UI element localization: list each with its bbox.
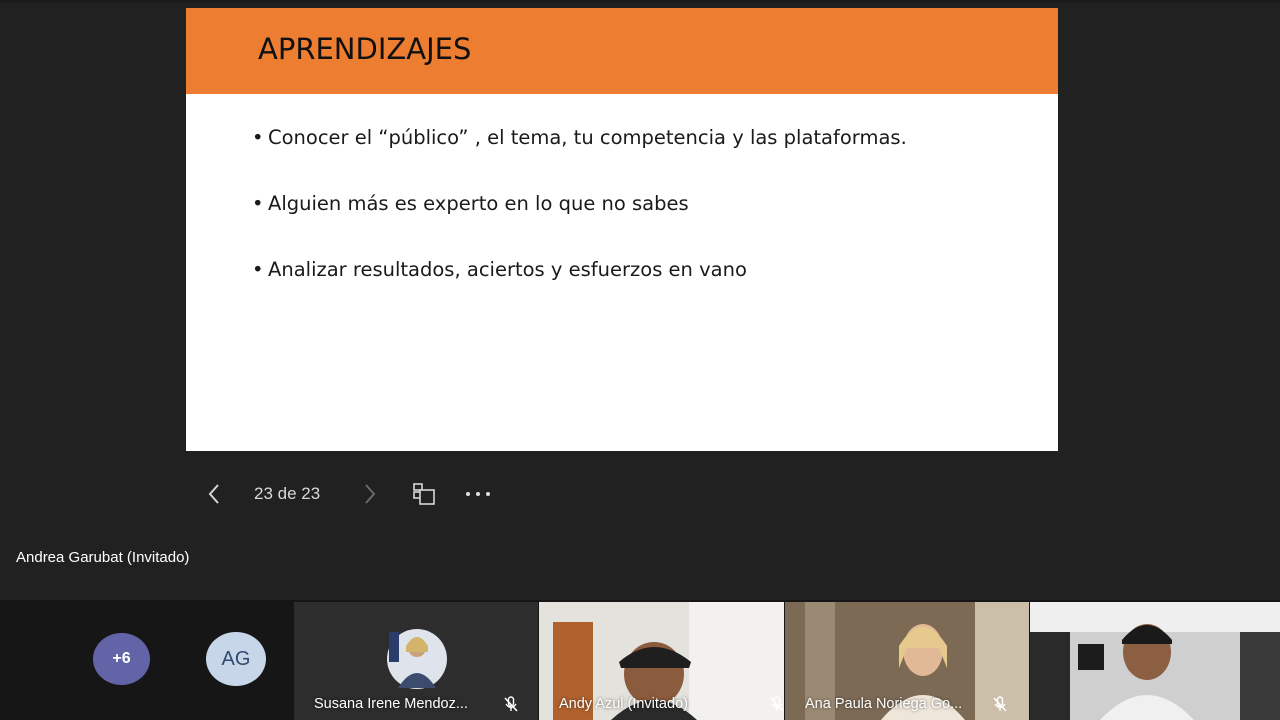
next-slide-button[interactable] [358, 476, 382, 512]
more-participants-button[interactable]: +6 [93, 633, 150, 685]
slide-header: APRENDIZAJES [186, 8, 1058, 94]
participant-tile[interactable]: Susana Irene Mendoz... [294, 602, 538, 720]
bullet-text: Analizar resultados, aciertos y esfuerzo… [268, 258, 747, 281]
shared-slide: APRENDIZAJES • Conocer el “público” , el … [186, 8, 1058, 451]
participant-video [1030, 602, 1280, 720]
mic-off-icon [504, 696, 518, 712]
slide-bullet: • Alguien más es experto en lo que no sab… [252, 192, 689, 215]
slide-controls: 23 de 23 [196, 476, 516, 512]
top-divider [0, 0, 1280, 3]
previous-slide-button[interactable] [202, 476, 226, 512]
slide-bullet: • Analizar resultados, aciertos y esfuerz… [252, 258, 747, 281]
bullet-text: Alguien más es experto en lo que no sabe… [268, 192, 689, 215]
bullet-dot: • [252, 126, 264, 149]
more-options-icon [466, 492, 490, 496]
chevron-right-icon [365, 484, 376, 504]
slide-bullet: • Conocer el “público” , el tema, tu comp… [252, 126, 907, 149]
participant-name: Ana Paula Noriega Go... [805, 696, 963, 712]
participant-name: Andy Azul (Invitado) [559, 696, 688, 712]
mic-off-icon [993, 696, 1007, 712]
bullet-dot: • [252, 258, 264, 281]
participant-avatar-initials[interactable]: AG [206, 632, 266, 686]
slide-overview-button[interactable] [408, 476, 440, 512]
chevron-left-icon [208, 484, 219, 504]
bullet-dot: • [252, 192, 264, 215]
bullet-text: Conocer el “público” , el tema, tu compe… [268, 126, 907, 149]
participant-tile[interactable] [1030, 602, 1280, 720]
more-options-button[interactable] [462, 476, 494, 512]
slide-overview-icon [413, 483, 435, 505]
presenter-name: Andrea Garubat (Invitado) [16, 549, 190, 566]
participant-name: Susana Irene Mendoz... [314, 696, 468, 712]
meeting-stage: APRENDIZAJES • Conocer el “público” , el … [0, 0, 1280, 720]
mic-off-icon [770, 696, 784, 712]
slide-counter: 23 de 23 [254, 484, 321, 503]
slide-title: APRENDIZAJES [258, 32, 472, 66]
participant-tile[interactable]: Andy Azul (Invitado) [539, 602, 784, 720]
participant-tile[interactable]: Ana Paula Noriega Go... [785, 602, 1029, 720]
